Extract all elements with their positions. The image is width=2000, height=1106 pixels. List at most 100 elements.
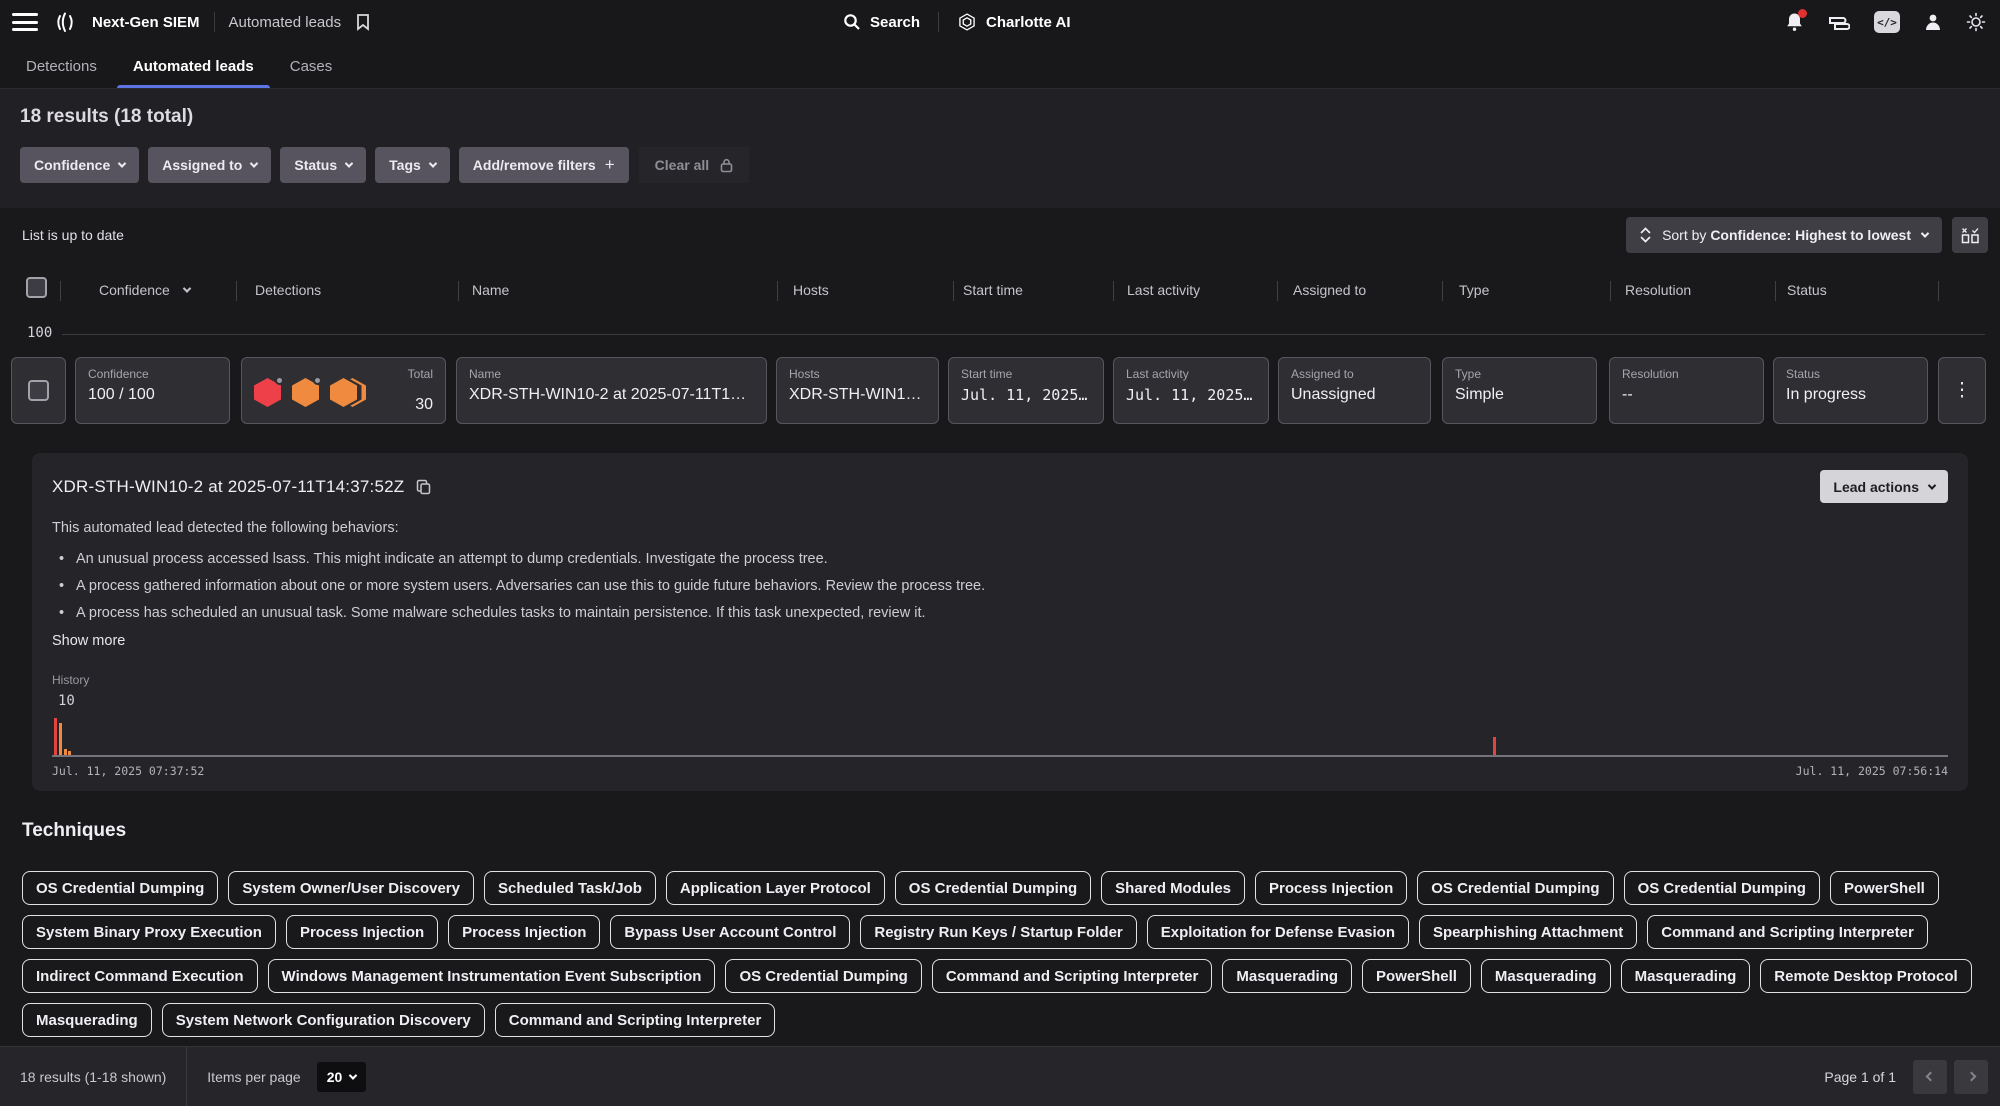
column-header-confidence[interactable]: Confidence — [99, 282, 190, 298]
technique-tag[interactable]: Registry Run Keys / Startup Folder — [860, 915, 1136, 949]
resolution-card[interactable]: Resolution -- — [1609, 357, 1764, 424]
technique-tag[interactable]: Command and Scripting Interpreter — [1647, 915, 1928, 949]
technique-tag[interactable]: PowerShell — [1362, 959, 1471, 993]
technique-tag[interactable]: Process Injection — [286, 915, 438, 949]
history-label: History — [52, 673, 1948, 687]
search-button[interactable]: Search — [843, 13, 920, 31]
show-more-link[interactable]: Show more — [52, 633, 125, 649]
technique-tag[interactable]: Spearphishing Attachment — [1419, 915, 1637, 949]
results-shown-text: 18 results (1-18 shown) — [0, 1069, 186, 1085]
last-activity-card[interactable]: Last activity Jul. 11, 2025… — [1113, 357, 1269, 424]
tab-cases[interactable]: Cases — [272, 44, 351, 88]
page-tabs: Detections Automated leads Cases — [0, 44, 2000, 89]
technique-tag[interactable]: Masquerading — [1222, 959, 1352, 993]
bookmark-icon[interactable] — [355, 13, 371, 31]
filter-status[interactable]: Status — [280, 147, 366, 183]
api-tools-button[interactable]: </> — [1874, 11, 1900, 33]
support-chat-button[interactable] — [1828, 13, 1850, 31]
column-header-hosts[interactable]: Hosts — [793, 282, 829, 298]
row-checkbox[interactable] — [28, 380, 49, 401]
tab-detections[interactable]: Detections — [8, 44, 115, 88]
technique-tag[interactable]: Process Injection — [1255, 871, 1407, 905]
column-header-detections[interactable]: Detections — [255, 282, 321, 298]
technique-tag[interactable]: Command and Scripting Interpreter — [932, 959, 1213, 993]
results-heading: 18 results (18 total) — [20, 106, 1980, 128]
hamburger-menu-icon[interactable] — [12, 13, 38, 31]
technique-tag[interactable]: System Network Configuration Discovery — [162, 1003, 485, 1037]
technique-tag[interactable]: Exploitation for Defense Evasion — [1147, 915, 1409, 949]
technique-tag[interactable]: Shared Modules — [1101, 871, 1245, 905]
technique-tag[interactable]: OS Credential Dumping — [895, 871, 1091, 905]
notifications-button[interactable] — [1785, 12, 1804, 32]
name-card[interactable]: Name XDR-STH-WIN10-2 at 2025-07-11T14:… — [456, 357, 767, 424]
profile-button[interactable] — [1924, 13, 1942, 32]
technique-tag[interactable]: Command and Scripting Interpreter — [495, 1003, 776, 1037]
hosts-card[interactable]: Hosts XDR-STH-WIN1… — [776, 357, 939, 424]
column-header-status[interactable]: Status — [1787, 282, 1827, 298]
technique-tag[interactable]: System Binary Proxy Execution — [22, 915, 276, 949]
detections-card[interactable]: Total 30 — [241, 357, 446, 424]
column-header-start-time[interactable]: Start time — [963, 282, 1023, 298]
technique-tag[interactable]: Indirect Command Execution — [22, 959, 258, 993]
technique-tag[interactable]: Remote Desktop Protocol — [1760, 959, 1971, 993]
column-separator — [236, 281, 237, 301]
technique-tag-row: System Binary Proxy Execution Process Inj… — [22, 915, 1978, 949]
technique-tag[interactable]: Bypass User Account Control — [610, 915, 850, 949]
technique-tag[interactable]: OS Credential Dumping — [725, 959, 921, 993]
type-card[interactable]: Type Simple — [1442, 357, 1597, 424]
copy-icon[interactable] — [416, 479, 431, 495]
technique-tag[interactable]: Scheduled Task/Job — [484, 871, 656, 905]
technique-tag-row: Indirect Command Execution Windows Manage… — [22, 959, 1978, 993]
column-settings-button[interactable] — [1952, 217, 1988, 253]
severity-icons — [254, 378, 368, 407]
chat-icon — [1828, 13, 1850, 31]
technique-tag[interactable]: Masquerading — [1621, 959, 1751, 993]
lock-icon — [720, 158, 733, 173]
sort-updown-icon — [1640, 227, 1651, 243]
tab-automated-leads[interactable]: Automated leads — [115, 44, 272, 88]
filter-tags[interactable]: Tags — [375, 147, 450, 183]
column-header-last-activity[interactable]: Last activity — [1127, 282, 1200, 298]
column-header-label: Last activity — [1127, 282, 1200, 298]
pagination-footer: 18 results (1-18 shown) Items per page 2… — [0, 1046, 2000, 1106]
column-header-name[interactable]: Name — [472, 282, 509, 298]
clear-all-button[interactable]: Clear all — [639, 147, 749, 183]
column-header-assigned-to[interactable]: Assigned to — [1293, 282, 1366, 298]
column-header-resolution[interactable]: Resolution — [1625, 282, 1691, 298]
prev-page-button[interactable] — [1913, 1060, 1947, 1094]
start-time-card[interactable]: Start time Jul. 11, 2025… — [948, 357, 1104, 424]
technique-tag[interactable]: Masquerading — [22, 1003, 152, 1037]
confidence-card[interactable]: Confidence 100 / 100 — [75, 357, 230, 424]
theme-toggle-button[interactable] — [1966, 12, 1986, 32]
sort-button[interactable]: Sort by Confidence: Highest to lowest — [1626, 217, 1942, 253]
technique-tag[interactable]: Process Injection — [448, 915, 600, 949]
technique-tag[interactable]: System Owner/User Discovery — [228, 871, 474, 905]
row-actions-button[interactable]: ⋮ — [1938, 357, 1986, 424]
technique-tag[interactable]: Masquerading — [1481, 959, 1611, 993]
page-indicator: Page 1 of 1 — [1824, 1069, 1896, 1085]
lead-actions-button[interactable]: Lead actions — [1820, 470, 1948, 503]
technique-tag[interactable]: Windows Management Instrumentation Event… — [268, 959, 716, 993]
filter-assigned-to[interactable]: Assigned to — [148, 147, 271, 183]
detections-total-label: Total — [408, 367, 433, 381]
select-all-checkbox[interactable] — [26, 277, 47, 298]
hosts-card-value: XDR-STH-WIN1… — [789, 386, 926, 404]
techniques-heading: Techniques — [22, 820, 1978, 842]
assigned-to-card[interactable]: Assigned to Unassigned — [1278, 357, 1431, 424]
hosts-card-label: Hosts — [789, 367, 926, 381]
technique-tag[interactable]: PowerShell — [1830, 871, 1939, 905]
status-card[interactable]: Status In progress — [1773, 357, 1928, 424]
filter-tags-label: Tags — [389, 157, 421, 173]
charlotte-ai-button[interactable]: Charlotte AI — [957, 12, 1070, 32]
next-page-button[interactable] — [1954, 1060, 1988, 1094]
add-remove-filters-button[interactable]: Add/remove filters + — [459, 147, 629, 183]
technique-tag[interactable]: OS Credential Dumping — [1624, 871, 1820, 905]
chevron-down-icon — [250, 159, 258, 167]
technique-tag[interactable]: OS Credential Dumping — [1417, 871, 1613, 905]
filter-confidence[interactable]: Confidence — [20, 147, 139, 183]
column-header-type[interactable]: Type — [1459, 282, 1489, 298]
technique-tag[interactable]: OS Credential Dumping — [22, 871, 218, 905]
items-per-page-select[interactable]: 20 — [317, 1062, 367, 1092]
search-label: Search — [870, 14, 920, 31]
technique-tag[interactable]: Application Layer Protocol — [666, 871, 885, 905]
